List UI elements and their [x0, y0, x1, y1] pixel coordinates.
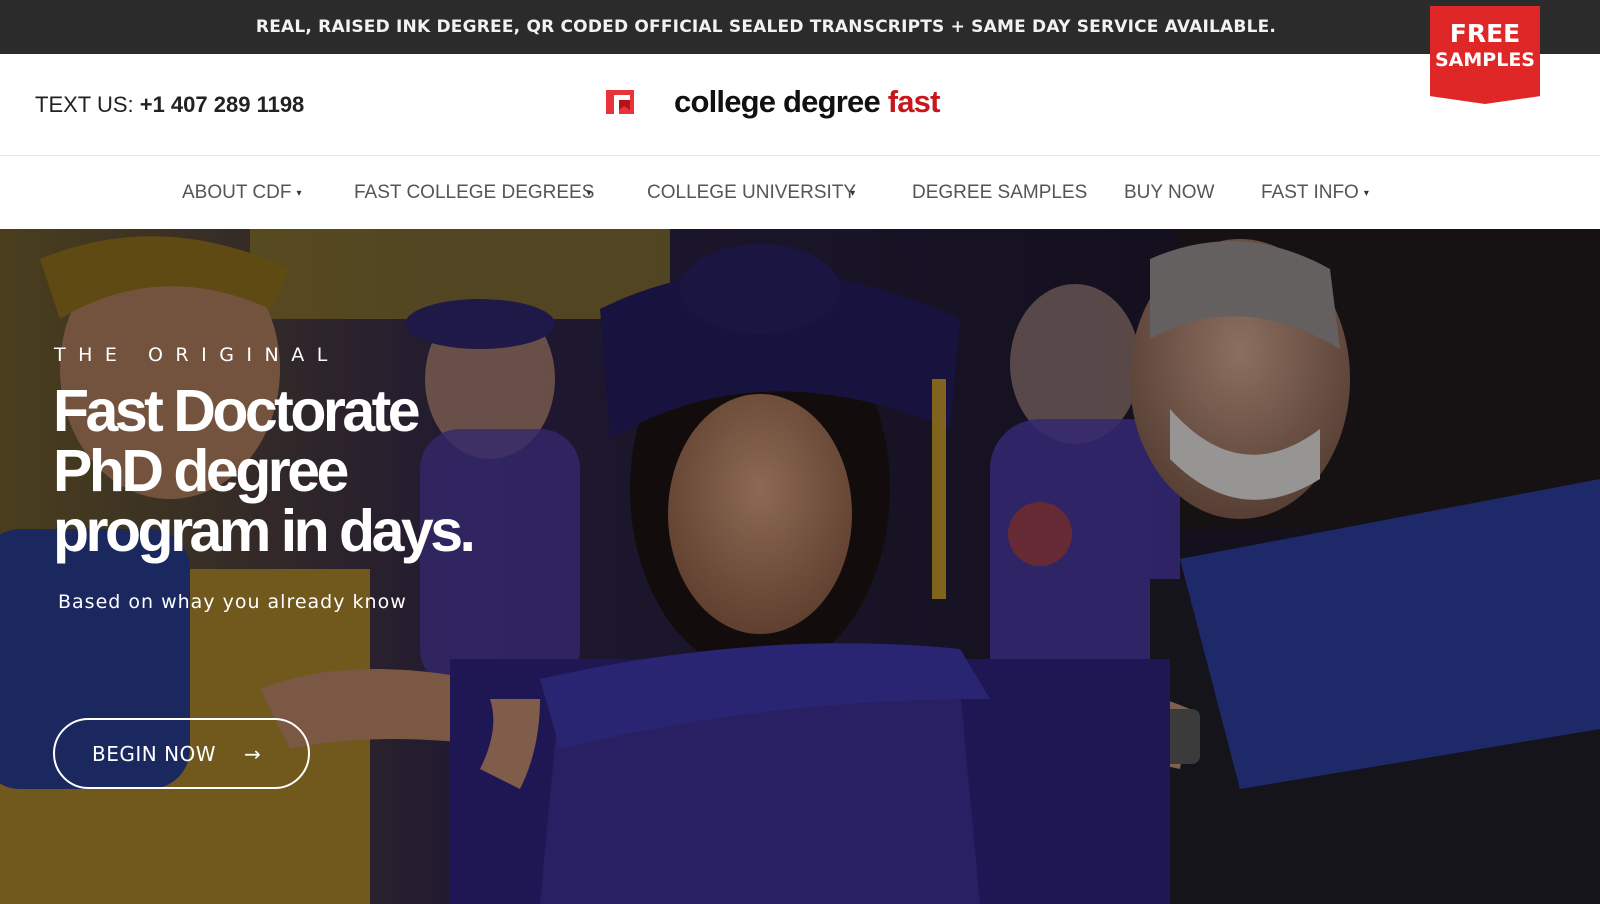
- nav-item-college-university[interactable]: COLLEGE UNIVERSITY ▾: [647, 182, 857, 204]
- free-samples-badge[interactable]: FREE SAMPLES: [1430, 6, 1540, 104]
- announcement-bar: REAL, RAISED INK DEGREE, QR CODED OFFICI…: [0, 0, 1600, 54]
- logo-text: college degree fast: [674, 84, 940, 120]
- hero-headline: Fast Doctorate PhD degree program in day…: [53, 381, 573, 561]
- nav-item-fast-college-degrees[interactable]: FAST COLLEGE DEGREES ▾: [354, 182, 595, 204]
- text-us-phone[interactable]: TEXT US: +1 407 289 1198: [35, 92, 304, 118]
- phone-number[interactable]: +1 407 289 1198: [140, 92, 305, 117]
- hero-headline-line: Fast Doctorate: [53, 378, 421, 444]
- nav-item-degree-samples[interactable]: DEGREE SAMPLES: [912, 182, 1087, 204]
- logo-main-text: college degree: [674, 84, 888, 119]
- nav-item-label: FAST COLLEGE DEGREES: [354, 182, 595, 203]
- nav-item-fast-info[interactable]: FAST INFO ▾: [1261, 182, 1369, 204]
- hero-headline-line: PhD degree: [53, 438, 349, 504]
- begin-now-label: BEGIN NOW: [92, 741, 217, 766]
- nav-item-label: COLLEGE UNIVERSITY: [647, 182, 857, 203]
- nav-item-label: DEGREE SAMPLES: [912, 182, 1088, 203]
- hero-headline-line: program in days.: [53, 498, 476, 564]
- site-header: TEXT US: +1 407 289 1198 college degree …: [0, 54, 1600, 156]
- phone-label: TEXT US:: [35, 92, 140, 117]
- logo-accent-text: fast: [887, 84, 941, 119]
- nav-item-label: ABOUT CDF: [182, 182, 292, 203]
- nav-item-label: BUY NOW: [1124, 182, 1215, 203]
- nav-item-buy-now[interactable]: BUY NOW: [1124, 182, 1214, 204]
- hero-dark-overlay: [0, 229, 1600, 904]
- chevron-down-icon: ▾: [1363, 187, 1369, 199]
- chevron-down-icon: ▾: [296, 187, 302, 199]
- announcement-text: REAL, RAISED INK DEGREE, QR CODED OFFICI…: [255, 17, 1277, 37]
- chevron-down-icon: ▾: [850, 187, 856, 199]
- free-samples-badge-line1: FREE: [1449, 19, 1521, 48]
- hero-subtext: Based on whay you already know: [58, 591, 407, 613]
- site-logo[interactable]: college degree fast: [604, 84, 940, 120]
- chevron-down-icon: ▾: [586, 187, 592, 199]
- main-navigation: ABOUT CDF ▾ FAST COLLEGE DEGREES ▾ COLLEGE…: [0, 157, 1600, 229]
- book-flag-icon: [606, 90, 634, 114]
- nav-item-label: FAST INFO: [1261, 182, 1359, 203]
- arrow-right-icon: →: [244, 741, 262, 766]
- free-samples-badge-line2: SAMPLES: [1435, 49, 1535, 71]
- hero-eyebrow: THE ORIGINAL: [54, 344, 340, 366]
- begin-now-button[interactable]: BEGIN NOW →: [53, 718, 310, 789]
- hero-section: THE ORIGINAL Fast Doctorate PhD degree p…: [0, 229, 1600, 904]
- nav-item-about-cdf[interactable]: ABOUT CDF ▾: [182, 182, 301, 204]
